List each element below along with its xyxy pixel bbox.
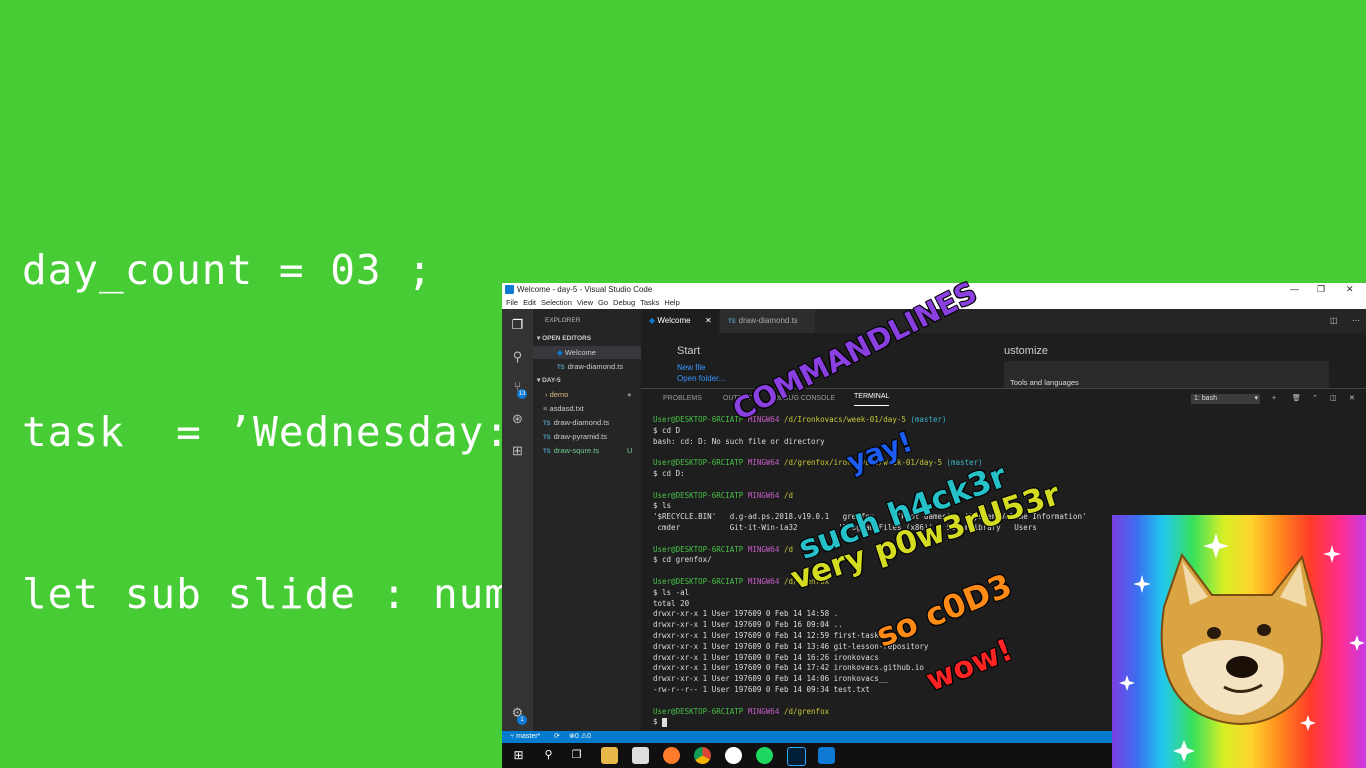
output-line: drwxr-xr-x 1 User 197609 0 Feb 16 09:04 …	[653, 620, 843, 630]
vscode-icon	[505, 285, 514, 294]
split-editor-icon[interactable]: ◫	[1330, 309, 1338, 333]
explorer-icon[interactable]: ❐	[510, 317, 525, 332]
command-line: $	[653, 717, 1086, 728]
split-terminal-icon[interactable]: ◫	[1330, 389, 1337, 409]
photoshop-icon[interactable]	[787, 747, 806, 766]
tab-problems[interactable]: PROBLEMS	[663, 389, 702, 409]
trash-icon[interactable]: 🗑	[1292, 389, 1301, 409]
open-folder-link[interactable]: Open folder...	[677, 374, 725, 383]
tools-card[interactable]: Tools and languages	[1004, 361, 1329, 388]
menu-edit[interactable]: Edit	[523, 298, 536, 307]
output-line: drwxr-xr-x 1 User 197609 0 Feb 14 17:42 …	[653, 663, 924, 673]
chrome-icon[interactable]	[694, 747, 711, 764]
customize-heading: ustomize	[1004, 345, 1049, 357]
tree-item-draw-squre[interactable]: TS draw-squre.ts U	[533, 444, 641, 457]
more-actions-icon[interactable]: ⋯	[1352, 309, 1360, 333]
welcome-start-heading: Start	[677, 345, 701, 357]
spotify-icon[interactable]	[756, 747, 773, 764]
output-line: drwxr-xr-x 1 User 197609 0 Feb 14 16:26 …	[653, 652, 879, 662]
prompt-line: User@DESKTOP-6RCIATP MINGW64 /d/Ironkova…	[653, 415, 947, 424]
open-editors-section[interactable]: ▾ OPEN EDITORS	[533, 333, 641, 345]
scm-badge: 13	[517, 389, 527, 399]
prompt-line: User@DESKTOP-6RCIATP MINGW64 /d/grenfox	[653, 706, 830, 716]
open-editor-draw-diamond[interactable]: TS draw-diamond.ts	[533, 360, 641, 373]
sync-icon[interactable]: ⟳	[554, 731, 560, 743]
menu-file[interactable]: File	[506, 298, 518, 307]
close-panel-icon[interactable]: ✕	[1349, 389, 1355, 409]
editor-tabs: ◆ Welcome ✕ TS draw-diamond.ts ◫ ⋯	[641, 309, 1366, 333]
tab-welcome[interactable]: ◆ Welcome ✕	[641, 309, 719, 333]
doge-image	[1112, 515, 1366, 768]
window-title: Welcome - day-5 - Visual Studio Code	[517, 285, 653, 294]
tab-terminal[interactable]: TERMINAL	[854, 389, 890, 406]
menu-debug[interactable]: Debug	[613, 298, 635, 307]
tools-languages-label: Tools and languages	[1010, 378, 1079, 387]
menu-go[interactable]: Go	[598, 298, 608, 307]
activity-bar: ❐ ⚲ ⑂ 13 ⊛ ⊞ ⚙ 1	[502, 309, 533, 731]
menu-help[interactable]: Help	[664, 298, 679, 307]
output-line: total 20	[653, 598, 690, 608]
new-file-link[interactable]: New file	[677, 363, 705, 372]
output-line: drwxr-xr-x 1 User 197609 0 Feb 14 14:06 …	[653, 674, 888, 684]
search-icon[interactable]: ⚲	[510, 349, 525, 364]
menu-selection[interactable]: Selection	[541, 298, 572, 307]
doge-illustration	[1119, 533, 1365, 762]
minimize-icon[interactable]: —	[1290, 283, 1299, 296]
search-icon[interactable]: ⚲	[540, 747, 557, 764]
add-terminal-icon[interactable]: +	[1272, 389, 1276, 409]
tree-item-demo[interactable]: › demo ●	[533, 388, 641, 401]
mail-icon[interactable]	[632, 747, 649, 764]
settings-badge: 1	[517, 715, 527, 725]
terminal-cursor	[662, 717, 668, 727]
maximize-icon[interactable]: ❐	[1317, 283, 1325, 296]
windows-start-icon[interactable]: ⊞	[510, 747, 527, 764]
branch-status[interactable]: ⑂ master*	[510, 731, 540, 743]
welcome-page: Start New file Open folder... ustomize T…	[641, 333, 1366, 388]
maximize-panel-icon[interactable]: ⌃	[1312, 389, 1318, 409]
file-explorer-icon[interactable]	[601, 747, 618, 764]
open-editor-welcome[interactable]: ◆ Welcome	[533, 346, 641, 359]
tree-item-draw-diamond[interactable]: TS draw-diamond.ts	[533, 416, 641, 429]
folder-section[interactable]: ▾ DAY-5	[533, 375, 641, 387]
tree-item-asdasd[interactable]: ≡ asdasd.txt	[533, 402, 641, 415]
close-icon[interactable]: ✕	[1346, 283, 1354, 296]
command-line: $ cd D	[653, 425, 681, 435]
output-line: drwxr-xr-x 1 User 197609 0 Feb 14 12:59 …	[653, 630, 879, 640]
vscode-taskbar-icon[interactable]	[818, 747, 835, 764]
slack-icon[interactable]	[725, 747, 742, 764]
debug-icon[interactable]: ⊛	[510, 411, 525, 426]
problems-status[interactable]: ⊗0 ⚠0	[569, 731, 591, 743]
command-line: $ ls -al	[653, 587, 690, 597]
explorer-header: EXPLORER	[545, 317, 581, 324]
terminal-select[interactable]: 1: bash ▾	[1191, 394, 1260, 404]
tree-item-draw-pyramid[interactable]: TS draw-pyramid.ts	[533, 430, 641, 443]
prompt-line: User@DESKTOP-6RCIATP MINGW64 /d/grenfox	[653, 576, 830, 586]
extensions-icon[interactable]: ⊞	[510, 443, 525, 458]
branch-icon: ⑂	[510, 733, 515, 740]
output-line: drwxr-xr-x 1 User 197609 0 Feb 14 13:46 …	[653, 641, 929, 651]
firefox-icon[interactable]	[663, 747, 680, 764]
tab-close-icon[interactable]: ✕	[705, 309, 712, 333]
explorer-sidebar: EXPLORER ▾ OPEN EDITORS ◆ Welcome TS draw…	[533, 309, 641, 731]
task-view-icon[interactable]: ❐	[568, 747, 585, 764]
menu-tasks[interactable]: Tasks	[640, 298, 659, 307]
tab-draw-diamond[interactable]: TS draw-diamond.ts	[720, 309, 815, 333]
menu-view[interactable]: View	[577, 298, 593, 307]
output-line: -rw-r--r-- 1 User 197609 0 Feb 14 09:34 …	[653, 684, 870, 694]
